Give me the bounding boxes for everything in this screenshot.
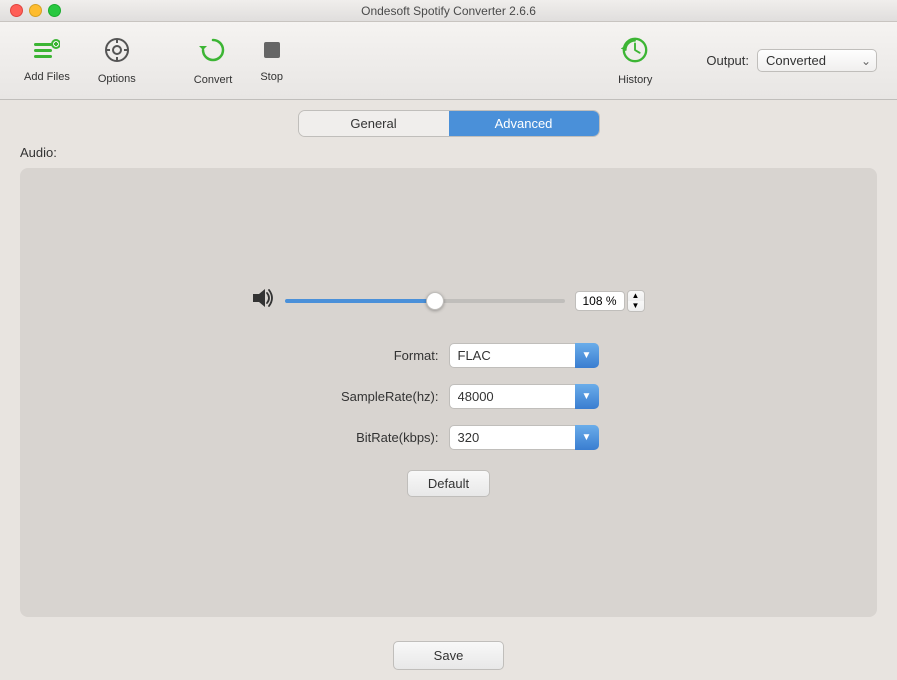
form-section: Format: FLAC MP3 AAC M4A WAV OGG ▼ Sampl… xyxy=(229,343,669,450)
output-area: Output: Converted Desktop Documents Down… xyxy=(706,49,877,72)
tab-group: General Advanced xyxy=(298,110,600,137)
options-icon xyxy=(104,37,130,69)
add-files-button[interactable]: Add Files xyxy=(10,31,84,91)
stop-icon xyxy=(261,39,283,67)
format-label: Format: xyxy=(299,348,439,363)
audio-section-label: Audio: xyxy=(20,145,877,160)
main-content: Audio: ▲ ▼ For xyxy=(0,145,897,627)
audio-panel: ▲ ▼ Format: FLAC MP3 AAC M4A WAV OGG xyxy=(20,168,877,617)
volume-stepper: ▲ ▼ xyxy=(627,290,645,312)
default-btn-row: Default xyxy=(407,470,490,497)
volume-slider[interactable] xyxy=(285,299,565,303)
output-select-wrapper: Converted Desktop Documents Downloads xyxy=(757,49,877,72)
stop-label: Stop xyxy=(260,71,283,83)
maximize-button[interactable] xyxy=(48,4,61,17)
bitrate-select[interactable]: 128 192 256 320 xyxy=(449,425,599,450)
volume-stepper-down[interactable]: ▼ xyxy=(628,301,644,311)
toolbar-inner: Add Files Options xyxy=(10,22,887,99)
sample-rate-select-wrapper: 44100 48000 96000 192000 ▼ xyxy=(449,384,599,409)
sample-rate-row: SampleRate(hz): 44100 48000 96000 192000… xyxy=(229,384,669,409)
sample-rate-label: SampleRate(hz): xyxy=(299,389,439,404)
format-select[interactable]: FLAC MP3 AAC M4A WAV OGG xyxy=(449,343,599,368)
options-label: Options xyxy=(98,73,136,85)
minimize-button[interactable] xyxy=(29,4,42,17)
bitrate-row: BitRate(kbps): 128 192 256 320 ▼ xyxy=(229,425,669,450)
save-area: Save xyxy=(0,627,897,680)
default-button[interactable]: Default xyxy=(407,470,490,497)
format-row: Format: FLAC MP3 AAC M4A WAV OGG ▼ xyxy=(229,343,669,368)
convert-label: Convert xyxy=(194,74,233,86)
options-button[interactable]: Options xyxy=(84,29,150,93)
tab-advanced[interactable]: Advanced xyxy=(449,111,599,136)
volume-value-wrapper: ▲ ▼ xyxy=(575,290,645,312)
output-label: Output: xyxy=(706,53,749,68)
convert-icon xyxy=(199,36,227,70)
history-icon xyxy=(621,36,649,70)
history-label: History xyxy=(618,74,652,86)
sample-rate-select[interactable]: 44100 48000 96000 192000 xyxy=(449,384,599,409)
toolbar: Add Files Options xyxy=(0,22,897,100)
window-title: Ondesoft Spotify Converter 2.6.6 xyxy=(361,4,536,18)
volume-row: ▲ ▼ xyxy=(253,289,645,313)
bitrate-label: BitRate(kbps): xyxy=(299,430,439,445)
add-files-icon xyxy=(34,39,60,67)
convert-button[interactable]: Convert xyxy=(180,28,247,94)
bitrate-select-wrapper: 128 192 256 320 ▼ xyxy=(449,425,599,450)
stop-button[interactable]: Stop xyxy=(246,31,297,91)
traffic-lights xyxy=(10,4,61,17)
save-button[interactable]: Save xyxy=(393,641,505,670)
volume-stepper-up[interactable]: ▲ xyxy=(628,291,644,301)
history-button[interactable]: History xyxy=(604,28,666,94)
add-files-label: Add Files xyxy=(24,71,70,83)
output-select[interactable]: Converted Desktop Documents Downloads xyxy=(757,49,877,72)
volume-value-input[interactable] xyxy=(575,291,625,311)
volume-icon xyxy=(253,289,275,313)
tab-bar: General Advanced xyxy=(0,100,897,145)
title-bar: Ondesoft Spotify Converter 2.6.6 xyxy=(0,0,897,22)
close-button[interactable] xyxy=(10,4,23,17)
format-select-wrapper: FLAC MP3 AAC M4A WAV OGG ▼ xyxy=(449,343,599,368)
tab-general[interactable]: General xyxy=(299,111,449,136)
